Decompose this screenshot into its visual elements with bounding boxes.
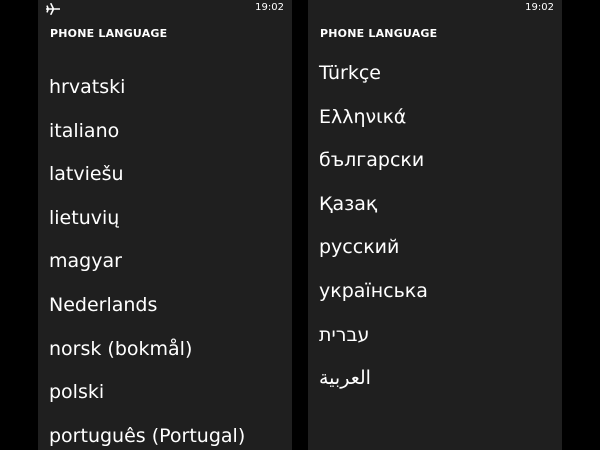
status-bar: 19:02 — [38, 0, 292, 18]
language-item-latviesu[interactable]: latviešu — [38, 153, 292, 197]
language-item-kazakh[interactable]: Қазақ — [308, 183, 562, 227]
language-item-magyar[interactable]: magyar — [38, 240, 292, 284]
page-title: PHONE LANGUAGE — [320, 27, 438, 40]
language-item-hebrew[interactable]: עברית — [308, 314, 562, 358]
status-bar: 19:02 — [308, 0, 562, 18]
scroll-clip-mask — [308, 44, 562, 64]
language-item-lietuviu[interactable]: lietuvių — [38, 197, 292, 241]
status-time: 19:02 — [255, 2, 284, 13]
screenshot-stage: 19:02 PHONE LANGUAGE hrvatski italiano l… — [0, 0, 600, 450]
language-item-russian[interactable]: русский — [308, 226, 562, 270]
language-item-greek[interactable]: Ελληνικά — [308, 96, 562, 140]
language-item-ukrainian[interactable]: українська — [308, 270, 562, 314]
airplane-icon — [46, 3, 60, 15]
language-item-hrvatski[interactable]: hrvatski — [38, 66, 292, 110]
language-list: hrvatski italiano latviešu lietuvių magy… — [38, 66, 292, 450]
language-item-nederlands[interactable]: Nederlands — [38, 284, 292, 328]
language-item-portugues[interactable]: português (Portugal) — [38, 415, 292, 450]
left-phone-screen: 19:02 PHONE LANGUAGE hrvatski italiano l… — [38, 0, 292, 450]
language-item-polski[interactable]: polski — [38, 371, 292, 415]
language-item-norsk[interactable]: norsk (bokmål) — [38, 328, 292, 372]
language-list: Türkçe Ελληνικά български Қазақ русский … — [308, 52, 562, 401]
status-time: 19:02 — [525, 2, 554, 13]
language-item-italiano[interactable]: italiano — [38, 110, 292, 154]
right-phone-screen: 19:02 Türkçe Ελληνικά български Қазақ ру… — [308, 0, 562, 450]
language-item-arabic[interactable]: العربية — [308, 357, 562, 401]
language-item-bulgarian[interactable]: български — [308, 139, 562, 183]
page-title: PHONE LANGUAGE — [50, 27, 168, 40]
